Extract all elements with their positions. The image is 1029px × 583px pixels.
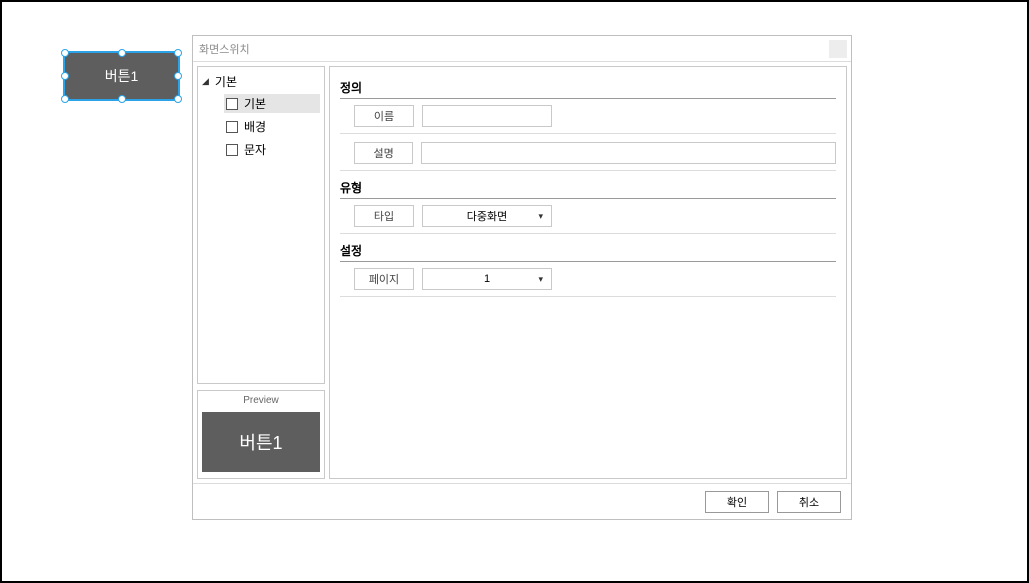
section-title-definition: 정의	[340, 79, 836, 96]
divider	[340, 296, 836, 297]
page-select-value: 1	[484, 273, 490, 285]
form-row-name: 이름	[340, 105, 836, 127]
chevron-down-icon: ▾	[538, 274, 543, 285]
section-title-settings: 설정	[340, 242, 836, 259]
label-name: 이름	[354, 105, 414, 127]
resize-handle-mr[interactable]	[174, 72, 182, 80]
divider	[340, 261, 836, 262]
tree-item-basic[interactable]: 기본	[224, 94, 320, 113]
tree-root-label: 기본	[215, 73, 237, 90]
dialog-body: ◢ 기본 기본 배경 문자	[193, 62, 851, 483]
dialog-titlebar[interactable]: 화면스위치	[193, 36, 851, 62]
tree-item-label: 기본	[244, 95, 266, 112]
tree-item-text[interactable]: 문자	[224, 140, 320, 159]
form-row-page: 페이지 1 ▾	[340, 268, 836, 290]
type-select-value: 다중화면	[467, 208, 507, 224]
name-field[interactable]	[422, 105, 552, 127]
divider	[340, 198, 836, 199]
close-icon[interactable]	[829, 40, 847, 58]
screen-switch-dialog: 화면스위치 ◢ 기본 기본 배경	[192, 35, 852, 520]
checkbox-icon[interactable]	[226, 144, 238, 156]
type-select[interactable]: 다중화면 ▾	[422, 205, 552, 227]
dialog-footer: 확인 취소	[193, 483, 851, 519]
section-title-type: 유형	[340, 179, 836, 196]
checkbox-icon[interactable]	[226, 121, 238, 133]
checkbox-icon[interactable]	[226, 98, 238, 110]
tree-expand-icon[interactable]: ◢	[202, 76, 209, 87]
cancel-button[interactable]: 취소	[777, 491, 841, 513]
dialog-left-column: ◢ 기본 기본 배경 문자	[197, 66, 325, 479]
tree-children: 기본 배경 문자	[202, 94, 320, 159]
desc-field[interactable]	[421, 142, 836, 164]
preview-panel: Preview 버튼1	[197, 390, 325, 479]
resize-handle-tc[interactable]	[118, 49, 126, 57]
resize-handle-ml[interactable]	[61, 72, 69, 80]
label-type: 타입	[354, 205, 414, 227]
form-row-desc: 설명	[340, 142, 836, 164]
resize-handle-bc[interactable]	[118, 95, 126, 103]
canvas-button-label: 버튼1	[105, 66, 139, 86]
divider	[340, 98, 836, 99]
dialog-right-column: 정의 이름 설명 유형 타입 다중화면 ▾ 설정	[329, 66, 847, 479]
label-desc: 설명	[354, 142, 413, 164]
canvas-button[interactable]: 버튼1	[64, 52, 179, 100]
form-row-type: 타입 다중화면 ▾	[340, 205, 836, 227]
tree-item-background[interactable]: 배경	[224, 117, 320, 136]
label-page: 페이지	[354, 268, 414, 290]
chevron-down-icon: ▾	[538, 211, 543, 222]
category-tree: ◢ 기본 기본 배경 문자	[197, 66, 325, 384]
resize-handle-bl[interactable]	[61, 95, 69, 103]
tree-item-label: 문자	[244, 141, 266, 158]
preview-title: Preview	[202, 395, 320, 406]
resize-handle-tl[interactable]	[61, 49, 69, 57]
dialog-title: 화면스위치	[199, 41, 250, 57]
divider	[340, 170, 836, 171]
preview-button: 버튼1	[202, 412, 320, 472]
ok-button[interactable]: 확인	[705, 491, 769, 513]
resize-handle-tr[interactable]	[174, 49, 182, 57]
divider	[340, 233, 836, 234]
divider	[340, 133, 836, 134]
tree-root[interactable]: ◢ 기본	[202, 73, 320, 90]
tree-item-label: 배경	[244, 118, 266, 135]
page-select[interactable]: 1 ▾	[422, 268, 552, 290]
resize-handle-br[interactable]	[174, 95, 182, 103]
preview-button-label: 버튼1	[239, 429, 282, 455]
